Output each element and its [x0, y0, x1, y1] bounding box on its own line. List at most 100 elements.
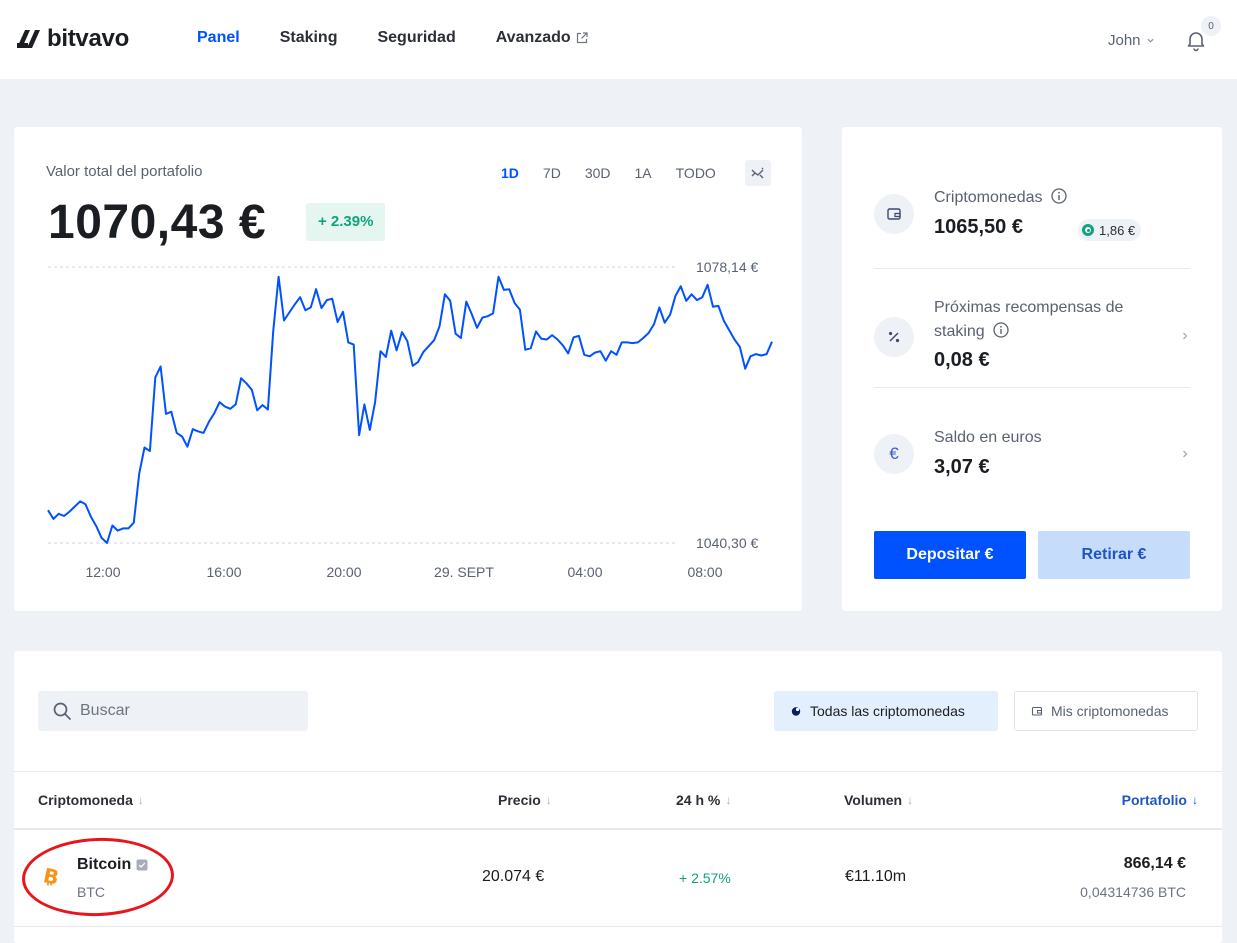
coin-name: Bitcoin [77, 856, 148, 874]
filter-all-label: Todas las criptomonedas [810, 703, 965, 719]
table-row[interactable]: B Bitcoin BTC 20.074 € + 2.57% €11.10m 8… [14, 830, 1222, 927]
sort-arrow-icon: ↓ [137, 793, 144, 807]
filter-mine-label: Mis criptomonedas [1051, 703, 1169, 719]
x-tick-label: 12:00 [85, 564, 120, 580]
crypto-value: 1065,50 € [934, 216, 1023, 238]
x-tick-label: 08:00 [687, 564, 722, 580]
range-7d[interactable]: 7D [543, 165, 561, 181]
crypto-summary: Criptomonedas 1065,50 € 1,86 € [874, 127, 1190, 267]
chart-toggle-button[interactable] [745, 160, 771, 186]
nav-avanzado[interactable]: Avanzado [496, 29, 588, 47]
column-header-24h[interactable]: 24 h % ↓ [676, 792, 731, 808]
wallet-icon [874, 194, 914, 234]
range-1d[interactable]: 1D [501, 165, 519, 181]
range-1a[interactable]: 1A [635, 165, 652, 181]
euro-value: 3,07 € [934, 456, 990, 478]
external-link-icon [576, 32, 588, 44]
column-label: Criptomoneda [38, 792, 133, 808]
max-value-label: 1078,14 € [696, 259, 758, 275]
sort-arrow-icon: ↓ [1192, 793, 1198, 807]
staking-amount: 1,86 € [1099, 222, 1136, 238]
portfolio-card: Valor total del portafolio 1070,43 € + 2… [14, 127, 802, 611]
portfolio-value: 1070,43 € [48, 196, 267, 249]
range-30d[interactable]: 30D [585, 165, 611, 181]
bitvavo-logo[interactable]: bitvavo [15, 25, 129, 52]
coins-icon [791, 707, 801, 716]
euro-title: Saldo en euros [934, 429, 1042, 446]
main-nav: Panel Staking Seguridad Avanzado [197, 29, 628, 47]
euro-balance-row[interactable]: € Saldo en euros 3,07 € [874, 388, 1190, 498]
column-header-price[interactable]: Precio ↓ [498, 792, 552, 808]
sort-arrow-icon: ↓ [725, 793, 732, 807]
coin-price: 20.074 € [482, 868, 545, 885]
column-label: Portafolio [1121, 792, 1187, 808]
staking-badge-icon [136, 859, 148, 871]
time-range-selector: 1D 7D 30D 1A TODO [501, 165, 740, 181]
sort-arrow-icon: ↓ [907, 793, 914, 807]
logo-text: bitvavo [47, 25, 129, 52]
coin-volume: €11.10m [845, 868, 907, 885]
column-label: Volumen [844, 792, 903, 808]
sort-arrow-icon: ↓ [545, 793, 552, 807]
top-navigation-bar: bitvavo Panel Staking Seguridad Avanzado… [0, 0, 1237, 79]
nav-seguridad[interactable]: Seguridad [377, 29, 455, 47]
filter-all-cryptos[interactable]: Todas las criptomonedas [774, 691, 998, 731]
portfolio-label: Valor total del portafolio [46, 163, 203, 180]
rewards-title-line2: staking [934, 323, 985, 340]
nav-avanzado-label: Avanzado [495, 29, 571, 46]
filter-my-cryptos[interactable]: Mis criptomonedas [1014, 691, 1198, 731]
coin-change-24h: + 2.57% [679, 870, 731, 886]
info-icon[interactable] [1051, 188, 1067, 204]
chevron-right-icon [1183, 450, 1188, 458]
range-todo[interactable]: TODO [676, 165, 716, 181]
user-menu[interactable]: John [1108, 32, 1155, 49]
bitcoin-icon: B [41, 866, 61, 888]
search-icon [53, 702, 71, 720]
column-label: Precio [498, 792, 541, 808]
column-header-volume[interactable]: Volumen ↓ [844, 792, 913, 808]
staking-amount-pill: 1,86 € [1078, 219, 1142, 241]
bitvavo-logo-icon [17, 30, 40, 48]
nav-panel[interactable]: Panel [197, 29, 240, 47]
portfolio-value-line [47, 275, 773, 544]
x-tick-label: 29. SEPT [434, 564, 494, 580]
x-tick-label: 16:00 [206, 564, 241, 580]
coin-symbol: BTC [77, 884, 105, 900]
chevron-down-icon [1146, 38, 1154, 43]
column-header-portfolio[interactable]: Portafolio ↓ [1122, 792, 1198, 808]
notification-badge: 0 [1201, 16, 1221, 36]
wallet-icon [1031, 706, 1043, 716]
nav-staking[interactable]: Staking [280, 29, 338, 47]
search-placeholder: Buscar [80, 702, 130, 719]
rewards-value: 0,08 € [934, 349, 990, 371]
chevron-right-icon [1183, 332, 1188, 340]
chart-toggle-icon [751, 167, 764, 179]
rewards-title: Próximas recompensas de staking [934, 296, 1123, 344]
staking-icon [1082, 224, 1094, 236]
deposit-button[interactable]: Depositar € [874, 531, 1026, 579]
table-header: Criptomoneda ↓ Precio ↓ 24 h % ↓ Volumen ↓ P… [14, 771, 1222, 830]
coin-name-text: Bitcoin [77, 856, 132, 873]
euro-icon: € [874, 434, 914, 474]
rewards-title-line1: Próximas recompensas de [934, 299, 1124, 316]
search-input[interactable]: Buscar [38, 691, 308, 731]
portfolio-chart: 1078,14 € 1040,30 € 12:00 16:00 20:00 29. SEP… [47, 259, 773, 580]
summary-card: Criptomonedas 1065,50 € 1,86 € Próximas … [842, 127, 1222, 611]
withdraw-button[interactable]: Retirar € [1038, 531, 1190, 579]
market-table-card: Buscar Todas las criptomonedas Mis cript… [14, 651, 1222, 943]
portfolio-change-badge: + 2.39% [306, 203, 386, 241]
x-tick-label: 04:00 [567, 564, 602, 580]
coin-portfolio-value: 866,14 € [1123, 855, 1186, 872]
x-tick-label: 20:00 [326, 564, 361, 580]
coin-portfolio-amount: 0,04314736 BTC [1080, 884, 1186, 900]
info-icon[interactable] [993, 322, 1009, 338]
column-label: 24 h % [676, 792, 721, 808]
staking-rewards-row[interactable]: Próximas recompensas de staking 0,08 € [874, 269, 1190, 387]
rewards-title-line2-wrap: staking [934, 320, 1123, 344]
user-name: John [1108, 32, 1141, 49]
crypto-title: Criptomonedas [934, 186, 1067, 210]
min-value-label: 1040,30 € [696, 535, 758, 551]
percent-icon [874, 317, 914, 357]
column-header-crypto[interactable]: Criptomoneda ↓ [38, 792, 144, 808]
crypto-title-text: Criptomonedas [934, 189, 1043, 206]
